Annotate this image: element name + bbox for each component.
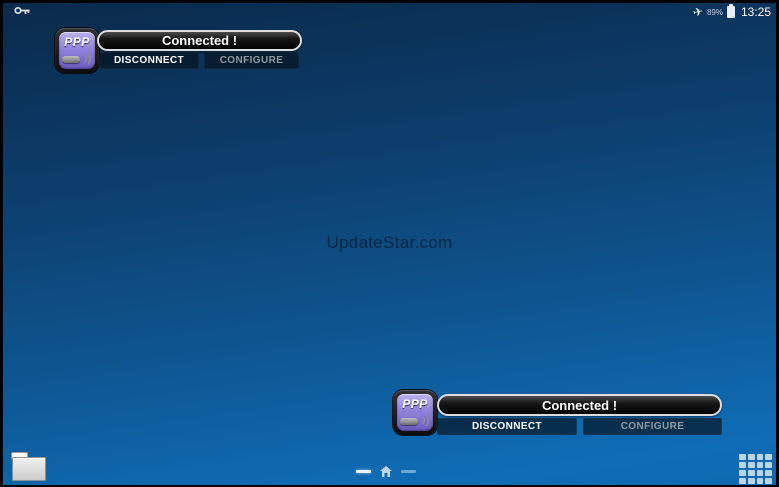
ppp-app-icon[interactable]: PPP	[393, 390, 437, 435]
page-indicator	[356, 465, 416, 477]
ppp-icon-label: PPP	[402, 397, 428, 411]
airplane-mode-icon: ✈	[691, 4, 705, 20]
configure-button[interactable]: CONFIGURE	[583, 418, 722, 435]
disconnect-button[interactable]: DISCONNECT	[437, 418, 577, 435]
configure-button[interactable]: CONFIGURE	[204, 52, 299, 69]
apps-grid-icon[interactable]	[739, 454, 772, 484]
ppp-app-icon[interactable]: PPP	[55, 28, 99, 73]
ppp-icon-face: PPP	[59, 32, 95, 69]
folder-body	[12, 457, 46, 481]
battery-percent: 89%	[706, 7, 723, 17]
connection-status: Connected !	[437, 394, 722, 416]
clock: 13:25	[740, 5, 771, 19]
connection-status: Connected !	[97, 30, 302, 51]
folder-icon[interactable]	[12, 453, 46, 481]
home-screen: ✈ 89% 13:25 PPP Connected ! DISCONNECT C…	[3, 3, 776, 485]
status-bar[interactable]: ✈ 89% 13:25	[3, 3, 776, 21]
battery-icon	[726, 4, 735, 18]
page-dash-current[interactable]	[356, 469, 371, 473]
home-icon[interactable]	[380, 465, 392, 477]
disconnect-button[interactable]: DISCONNECT	[99, 52, 199, 69]
ppp-slider-glyph	[62, 56, 80, 63]
key-icon	[14, 6, 30, 15]
signal-waves-icon	[84, 52, 91, 65]
ppp-icon-label: PPP	[64, 35, 90, 49]
ppp-slider-glyph	[400, 418, 418, 425]
ppp-icon-face: PPP	[397, 394, 433, 431]
watermark: UpdateStar.com	[326, 233, 453, 252]
signal-waves-icon	[422, 414, 429, 427]
page-dash-other[interactable]	[401, 469, 416, 473]
